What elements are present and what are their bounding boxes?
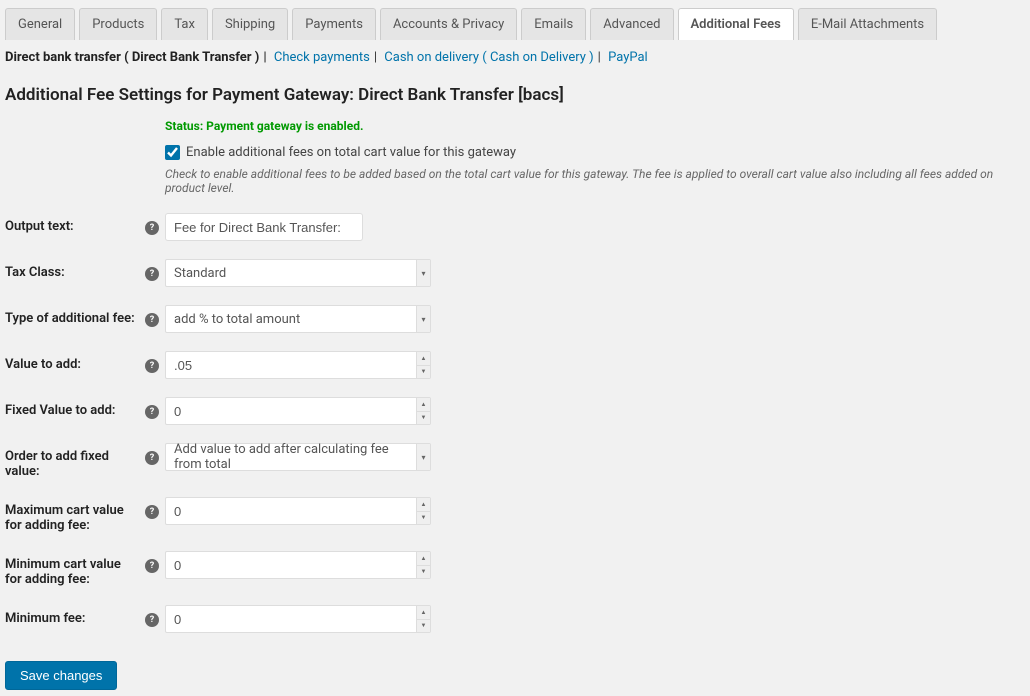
tab-advanced[interactable]: Advanced <box>590 8 673 40</box>
tab-general[interactable]: General <box>5 8 75 40</box>
help-icon[interactable]: ? <box>145 359 159 373</box>
tabs-nav: General Products Tax Shipping Payments A… <box>0 0 1030 40</box>
tab-emails[interactable]: Emails <box>521 8 586 40</box>
label-value-add: Value to add: <box>5 351 145 372</box>
sublink-cash-on-delivery[interactable]: Cash on delivery ( Cash on Delivery ) <box>384 50 593 65</box>
tab-products[interactable]: Products <box>79 8 157 40</box>
chevron-down-icon: ▾ <box>416 260 430 286</box>
output-text-input[interactable] <box>165 213 363 241</box>
sublink-paypal[interactable]: PayPal <box>608 50 648 65</box>
value-add-field[interactable] <box>166 352 416 378</box>
value-add-input[interactable]: ▲▼ <box>165 351 431 379</box>
help-icon[interactable]: ? <box>145 559 159 573</box>
spinner-icon[interactable]: ▲▼ <box>416 606 430 632</box>
tab-accounts-privacy[interactable]: Accounts & Privacy <box>380 8 517 40</box>
chevron-down-icon: ▾ <box>416 306 430 332</box>
tab-payments[interactable]: Payments <box>292 8 376 40</box>
tab-additional-fees[interactable]: Additional Fees <box>678 8 794 40</box>
label-max-cart: Maximum cart value for adding fee: <box>5 497 145 533</box>
sublink-check-payments[interactable]: Check payments <box>274 50 370 65</box>
page-heading: Additional Fee Settings for Payment Gate… <box>5 85 1025 105</box>
help-icon[interactable]: ? <box>145 505 159 519</box>
label-order-fixed: Order to add fixed value: <box>5 443 145 479</box>
save-changes-button[interactable]: Save changes <box>5 661 117 690</box>
fixed-value-input[interactable]: ▲▼ <box>165 397 431 425</box>
enable-fees-checkbox[interactable] <box>165 145 180 160</box>
tab-shipping[interactable]: Shipping <box>212 8 288 40</box>
help-icon[interactable]: ? <box>145 613 159 627</box>
spinner-icon[interactable]: ▲▼ <box>416 552 430 578</box>
label-min-cart: Minimum cart value for adding fee: <box>5 551 145 587</box>
label-tax-class: Tax Class: <box>5 259 145 280</box>
help-icon[interactable]: ? <box>145 451 159 465</box>
sublink-current: Direct bank transfer ( Direct Bank Trans… <box>5 50 259 65</box>
type-fee-select[interactable]: add % to total amount ▾ <box>165 305 431 333</box>
max-cart-field[interactable] <box>166 498 416 524</box>
spinner-icon[interactable]: ▲▼ <box>416 352 430 378</box>
order-fixed-value: Add value to add after calculating fee f… <box>166 442 416 472</box>
help-icon[interactable]: ? <box>145 313 159 327</box>
enable-fees-desc: Check to enable additional fees to be ad… <box>165 167 1025 195</box>
label-min-fee: Minimum fee: <box>5 605 145 626</box>
fixed-value-field[interactable] <box>166 398 416 424</box>
help-icon[interactable]: ? <box>145 267 159 281</box>
label-type-fee: Type of additional fee: <box>5 305 145 326</box>
min-fee-input[interactable]: ▲▼ <box>165 605 431 633</box>
min-cart-field[interactable] <box>166 552 416 578</box>
enable-fees-label: Enable additional fees on total cart val… <box>186 145 516 160</box>
status-text: Status: Payment gateway is enabled. <box>165 119 363 133</box>
spinner-icon[interactable]: ▲▼ <box>416 498 430 524</box>
tax-class-value: Standard <box>166 266 416 281</box>
tab-tax[interactable]: Tax <box>161 8 208 40</box>
order-fixed-select[interactable]: Add value to add after calculating fee f… <box>165 443 431 471</box>
tab-email-attachments[interactable]: E-Mail Attachments <box>798 8 937 40</box>
type-fee-value: add % to total amount <box>166 312 416 327</box>
tax-class-select[interactable]: Standard ▾ <box>165 259 431 287</box>
sublinks: Direct bank transfer ( Direct Bank Trans… <box>5 50 1025 65</box>
spinner-icon[interactable]: ▲▼ <box>416 398 430 424</box>
help-icon[interactable]: ? <box>145 405 159 419</box>
min-fee-field[interactable] <box>166 606 416 632</box>
min-cart-input[interactable]: ▲▼ <box>165 551 431 579</box>
help-icon[interactable]: ? <box>145 221 159 235</box>
max-cart-input[interactable]: ▲▼ <box>165 497 431 525</box>
label-fixed-value: Fixed Value to add: <box>5 397 145 418</box>
label-output-text: Output text: <box>5 213 145 234</box>
chevron-down-icon: ▾ <box>416 444 430 470</box>
